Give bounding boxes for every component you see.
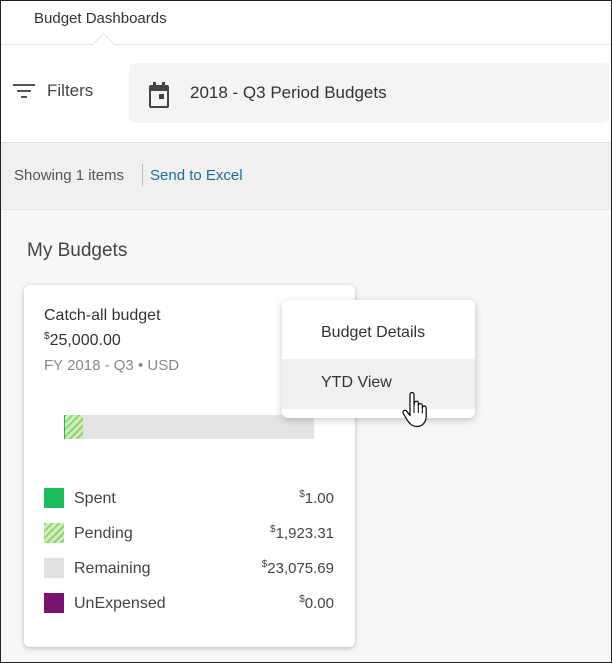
progress-pending: [64, 415, 83, 439]
legend-row-pending: Pending $1,923.31: [44, 520, 334, 555]
spent-swatch: [44, 488, 64, 508]
currency-symbol: $: [44, 331, 50, 342]
budget-legend: Spent $1.00 Pending $1,923.31 Remaining …: [44, 485, 334, 625]
legend-value: $1,923.31: [270, 524, 334, 542]
results-bar: Showing 1 items Send to Excel: [1, 143, 611, 210]
legend-value: $23,075.69: [261, 559, 334, 577]
budget-amount: $25,000.00: [44, 331, 121, 350]
filters-button[interactable]: Filters: [13, 81, 93, 101]
remaining-swatch: [44, 558, 64, 578]
budget-name: Catch-all budget: [44, 307, 161, 324]
tab-budget-dashboards[interactable]: Budget Dashboards: [34, 10, 167, 27]
budget-meta: FY 2018 - Q3 • USD: [44, 357, 180, 374]
legend-label: Remaining: [74, 560, 151, 577]
legend-row-unexpensed: UnExpensed $0.00: [44, 590, 334, 625]
legend-label: Pending: [74, 525, 133, 542]
top-header: Budget Dashboards: [1, 1, 611, 55]
menu-item-label: Budget Details: [321, 324, 426, 341]
send-to-excel-link[interactable]: Send to Excel: [150, 167, 243, 184]
legend-row-remaining: Remaining $23,075.69: [44, 555, 334, 590]
progress-spent: [64, 415, 65, 439]
filter-icon: [13, 83, 35, 99]
amount-value: 25,000.00: [49, 332, 121, 349]
pending-swatch: [44, 523, 64, 543]
filter-bar: Filters 2018 - Q3 Period Budgets: [1, 45, 611, 143]
legend-value: $0.00: [299, 594, 334, 612]
filters-label: Filters: [47, 81, 94, 100]
budget-context-menu: Budget Details YTD View: [282, 300, 475, 418]
section-title: My Budgets: [27, 240, 128, 261]
menu-item-ytd-view[interactable]: YTD View: [282, 359, 475, 409]
legend-value: $1.00: [299, 489, 334, 507]
legend-label: UnExpensed: [74, 595, 166, 612]
results-count: Showing 1 items: [14, 167, 125, 184]
menu-item-label: YTD View: [321, 374, 392, 391]
menu-item-budget-details[interactable]: Budget Details: [282, 309, 475, 359]
period-selector[interactable]: 2018 - Q3 Period Budgets: [129, 63, 609, 123]
calendar-icon: [149, 82, 169, 108]
budget-progress-bar: [64, 415, 314, 439]
divider: [142, 164, 143, 186]
unexpensed-swatch: [44, 593, 64, 613]
legend-row-spent: Spent $1.00: [44, 485, 334, 520]
period-label: 2018 - Q3 Period Budgets: [190, 83, 387, 102]
legend-label: Spent: [74, 490, 116, 507]
